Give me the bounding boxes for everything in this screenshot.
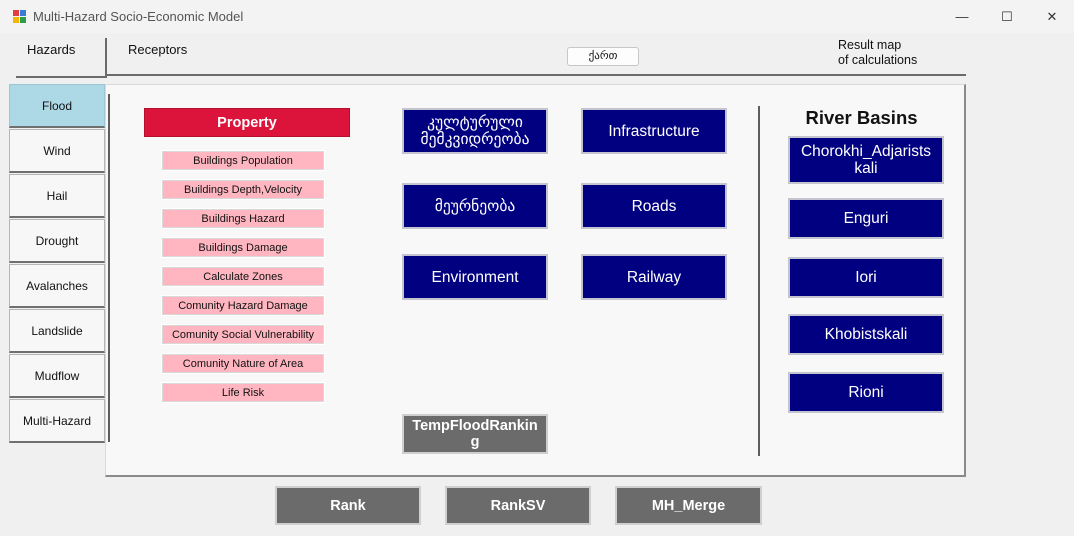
temp-flood-ranking-button[interactable]: TempFloodRankin g bbox=[402, 414, 548, 454]
sidebar-top-line bbox=[16, 76, 107, 78]
result-map-label: Result map of calculations bbox=[838, 38, 917, 68]
chorokhi-adjaristskali-button[interactable]: Chorokhi_Adjarists kali bbox=[788, 136, 944, 184]
hazards-tab[interactable]: Hazards bbox=[27, 42, 75, 57]
sidebar-item-avalanches[interactable]: Avalanches bbox=[9, 264, 105, 308]
comunity-nature-of-area-button[interactable]: Comunity Nature of Area bbox=[161, 353, 325, 374]
comunity-hazard-damage-button[interactable]: Comunity Hazard Damage bbox=[161, 295, 325, 316]
cultural-heritage-line1: კულტურული bbox=[427, 114, 523, 131]
cultural-heritage-button[interactable]: კულტურული მემკვიდრეობა bbox=[402, 108, 548, 154]
header-divider bbox=[105, 38, 107, 78]
environment-button[interactable]: Environment bbox=[402, 254, 548, 300]
chorokhi-line1: Chorokhi_Adjarists bbox=[800, 143, 932, 160]
result-map-line1: Result map bbox=[838, 38, 902, 52]
calculate-zones-button[interactable]: Calculate Zones bbox=[161, 266, 325, 287]
iori-button[interactable]: Iori bbox=[788, 257, 944, 298]
sidebar-item-multi-hazard[interactable]: Multi-Hazard bbox=[9, 399, 105, 443]
enguri-button[interactable]: Enguri bbox=[788, 198, 944, 239]
kart-button[interactable]: ქართ bbox=[567, 47, 639, 66]
khobistskali-button[interactable]: Khobistskali bbox=[788, 314, 944, 355]
chorokhi-line2: kali bbox=[854, 160, 878, 177]
temp-ranking-line1: TempFloodRankin bbox=[412, 418, 538, 434]
basins-divider bbox=[758, 106, 760, 456]
rank-button[interactable]: Rank bbox=[275, 486, 421, 525]
cultural-heritage-line2: მემკვიდრეობა bbox=[420, 131, 530, 148]
receptors-tab[interactable]: Receptors bbox=[128, 42, 187, 57]
mh-merge-button[interactable]: MH_Merge bbox=[615, 486, 762, 525]
railway-button[interactable]: Railway bbox=[581, 254, 727, 300]
infrastructure-button[interactable]: Infrastructure bbox=[581, 108, 727, 154]
title-bar: Multi-Hazard Socio-Economic Model — ☐ ✕ bbox=[0, 0, 1074, 33]
app-icon bbox=[13, 10, 26, 23]
window-title: Multi-Hazard Socio-Economic Model bbox=[33, 9, 244, 24]
result-map-line2: of calculations bbox=[838, 53, 918, 67]
sidebar-item-wind[interactable]: Wind bbox=[9, 129, 105, 173]
sidebar-item-mudflow[interactable]: Mudflow bbox=[9, 354, 105, 398]
buildings-damage-button[interactable]: Buildings Damage bbox=[161, 237, 325, 258]
header-underline bbox=[107, 74, 966, 76]
minimize-button[interactable]: — bbox=[939, 0, 985, 33]
roads-button[interactable]: Roads bbox=[581, 183, 727, 229]
maximize-button[interactable]: ☐ bbox=[984, 0, 1030, 33]
life-risk-button[interactable]: Life Risk bbox=[161, 382, 325, 403]
temp-ranking-line2: g bbox=[470, 434, 480, 450]
property-button[interactable]: Property bbox=[144, 108, 350, 137]
sidebar-item-landslide[interactable]: Landslide bbox=[9, 309, 105, 353]
buildings-population-button[interactable]: Buildings Population bbox=[161, 150, 325, 171]
river-basins-title: River Basins bbox=[805, 107, 918, 128]
agriculture-button[interactable]: მეურნეობა bbox=[402, 183, 548, 229]
panel-left-divider bbox=[108, 94, 110, 442]
close-button[interactable]: ✕ bbox=[1029, 0, 1074, 33]
buildings-depth-velocity-button[interactable]: Buildings Depth,Velocity bbox=[161, 179, 325, 200]
ranksv-button[interactable]: RankSV bbox=[445, 486, 591, 525]
buildings-hazard-button[interactable]: Buildings Hazard bbox=[161, 208, 325, 229]
sidebar-item-hail[interactable]: Hail bbox=[9, 174, 105, 218]
comunity-social-vulnerability-button[interactable]: Comunity Social Vulnerability bbox=[161, 324, 325, 345]
sidebar-item-flood[interactable]: Flood bbox=[9, 84, 105, 128]
sidebar-item-drought[interactable]: Drought bbox=[9, 219, 105, 263]
rioni-button[interactable]: Rioni bbox=[788, 372, 944, 413]
